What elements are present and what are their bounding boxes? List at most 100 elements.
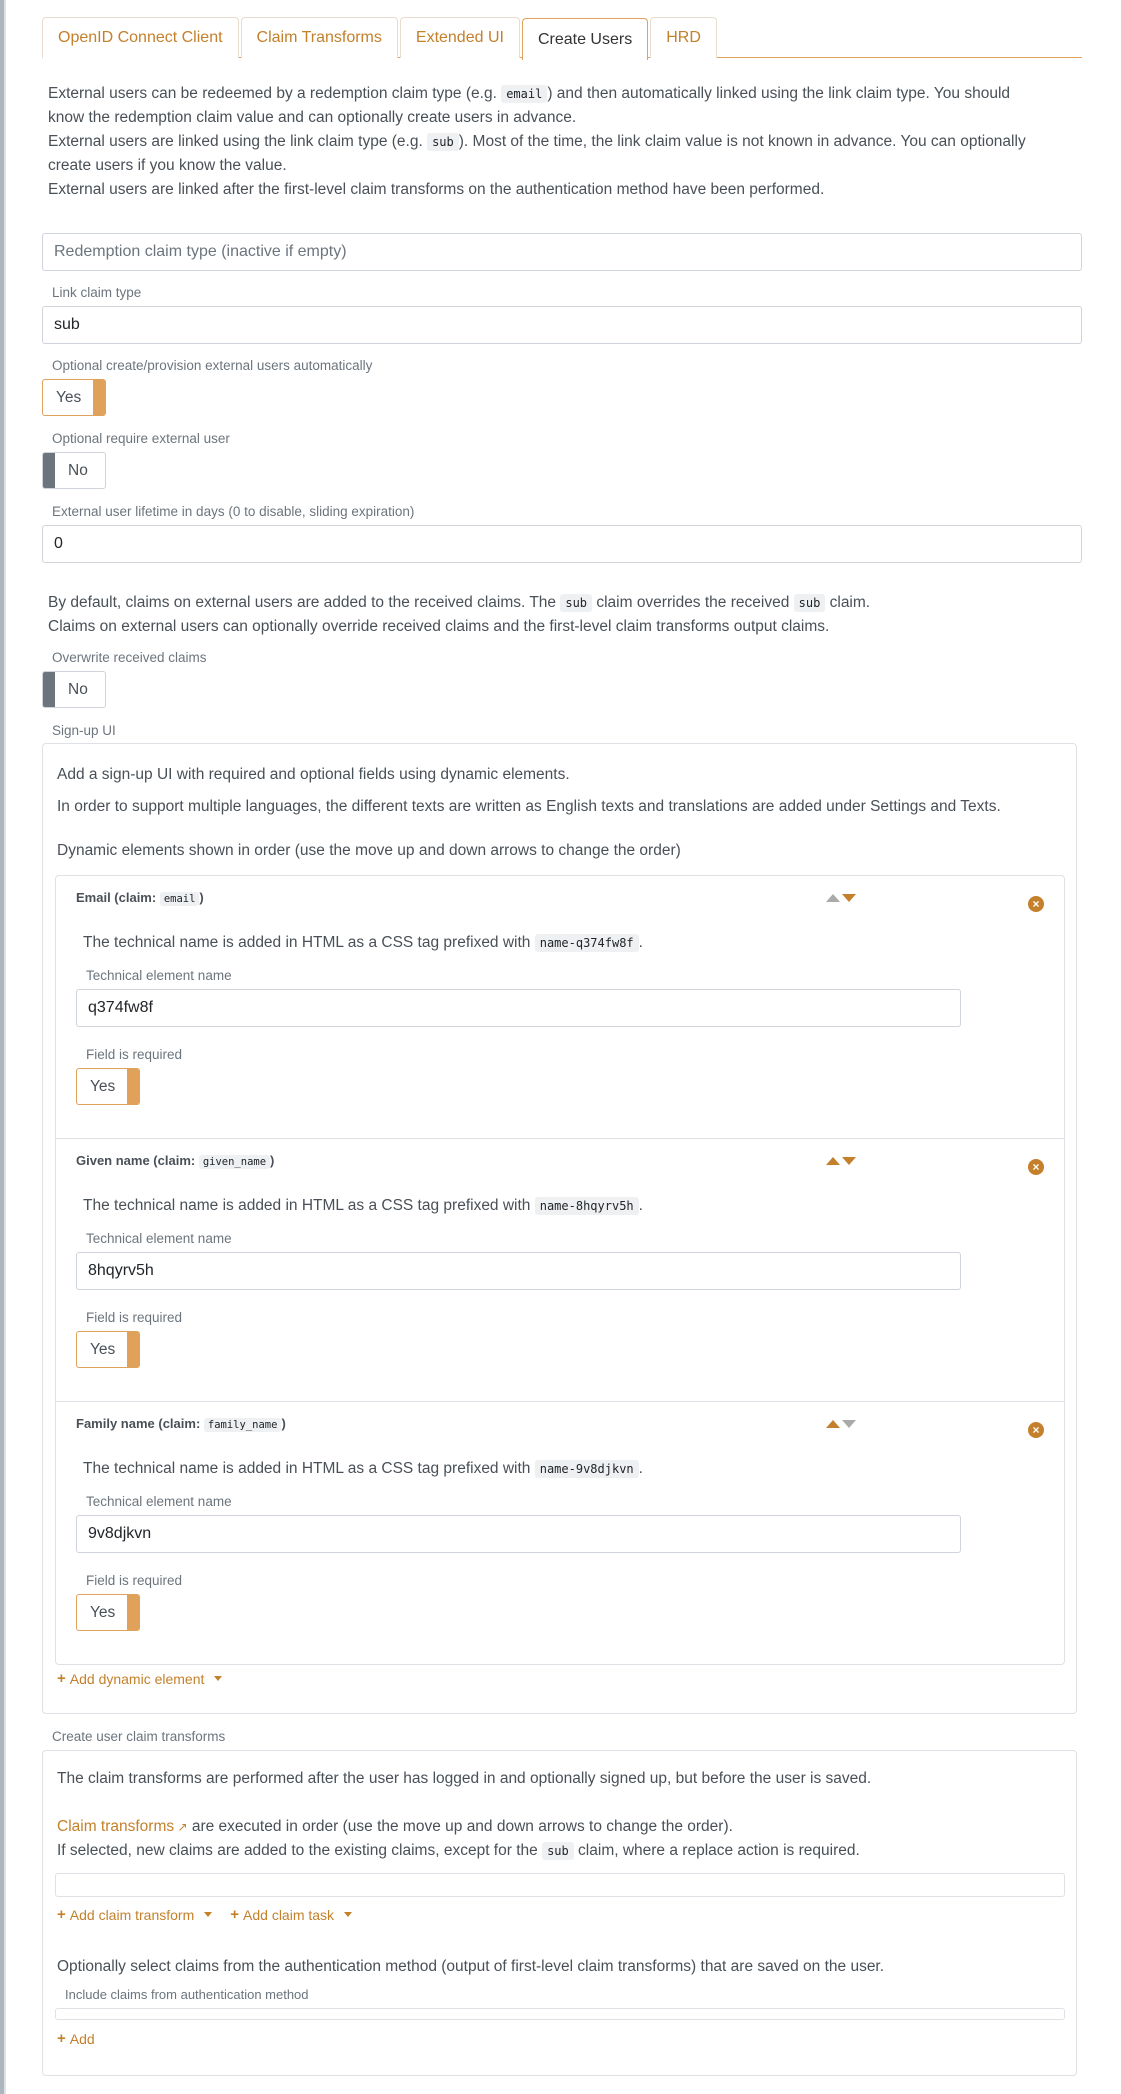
signup-panel: Add a sign-up UI with required and optio… (42, 743, 1077, 1714)
transforms-actions: + Add claim transform + Add claim task (57, 1906, 353, 1923)
required-toggle-text: Yes (90, 1604, 116, 1621)
tech-name-text: The technical name is added in HTML as a… (83, 934, 643, 952)
intro-p1-c: know the redemption claim value and can … (48, 109, 577, 126)
tab-create-users[interactable]: Create Users (521, 18, 649, 60)
tab-extended-ui[interactable]: Extended UI (399, 17, 520, 58)
link-claim-label: Link claim type (52, 285, 142, 300)
toggle-knob (43, 672, 55, 707)
create-users-page: OpenID Connect Client Claim Transforms E… (42, 0, 1082, 2076)
add-claim-transform-button[interactable]: + Add claim transform (57, 1906, 213, 1923)
move-arrows (826, 894, 856, 902)
element-title-text: Given name (claim: (76, 1153, 199, 1168)
tech-name-input[interactable] (76, 989, 961, 1027)
tech-name-label: Technical element name (86, 968, 232, 983)
external-link-icon: ↗ (174, 1820, 188, 1834)
move-up-icon[interactable] (826, 1157, 840, 1165)
add-claim-task-button[interactable]: + Add claim task (230, 1906, 353, 1923)
css-prefix-code: name-9v8djkvn (534, 1460, 639, 1478)
transforms-p3-a: If selected, new claims are added to the… (57, 1842, 543, 1859)
transforms-p2: are executed in order (use the move up a… (187, 1818, 733, 1835)
tech-name-label: Technical element name (86, 1231, 232, 1246)
element-title-text: Family name (claim: (76, 1416, 204, 1431)
required-toggle[interactable]: Yes (76, 1331, 140, 1368)
redemption-claim-input[interactable] (42, 233, 1082, 271)
claims-info-a: By default, claims on external users are… (48, 594, 561, 611)
intro-text: External users can be redeemed by a rede… (48, 82, 1078, 202)
required-toggle-text: Yes (90, 1078, 116, 1095)
caret-down-icon (344, 1912, 353, 1917)
transforms-p4: Optionally select claims from the authen… (57, 1958, 885, 1975)
transforms-panel: The claim transforms are performed after… (42, 1750, 1077, 2076)
require-user-label: Optional require external user (52, 431, 230, 446)
required-toggle[interactable]: Yes (76, 1068, 140, 1105)
intro-p1-a: External users can be redeemed by a rede… (48, 85, 502, 102)
tech-name-text-span: The technical name is added in HTML as a… (83, 1460, 535, 1477)
remove-icon[interactable]: × (1028, 1159, 1044, 1175)
element-title-close: ) (281, 1416, 286, 1431)
move-up-icon[interactable] (826, 1420, 840, 1428)
signup-p3: Dynamic elements shown in order (use the… (57, 842, 681, 859)
require-user-toggle-text: No (68, 462, 88, 479)
element-title: Family name (claim: family_name) (76, 1416, 286, 1432)
include-claims-list (55, 2008, 1065, 2020)
css-prefix-code: name-8hqyrv5h (534, 1197, 639, 1215)
tech-name-input[interactable] (76, 1515, 961, 1553)
plus-icon: + (57, 1906, 66, 1923)
required-toggle[interactable]: Yes (76, 1594, 140, 1631)
move-down-icon[interactable] (842, 1157, 856, 1165)
move-down-icon[interactable] (842, 1420, 856, 1428)
tab-bar: OpenID Connect Client Claim Transforms E… (42, 17, 1082, 60)
claim-code: given_name (198, 1155, 271, 1169)
required-toggle-text: Yes (90, 1341, 116, 1358)
element-title: Given name (claim: given_name) (76, 1153, 274, 1169)
overwrite-toggle-text: No (68, 681, 88, 698)
plus-icon: + (57, 1670, 66, 1687)
move-arrows (826, 1420, 856, 1428)
tech-name-input[interactable] (76, 1252, 961, 1290)
move-up-icon[interactable] (826, 894, 840, 902)
move-down-icon[interactable] (842, 894, 856, 902)
remove-icon[interactable]: × (1028, 896, 1044, 912)
tab-claim-transforms[interactable]: Claim Transforms (240, 17, 398, 58)
add-dynamic-element-button[interactable]: + Add dynamic element (57, 1670, 223, 1687)
add-claim-transform-label: Add claim transform (69, 1906, 195, 1923)
toggle-knob (43, 453, 55, 488)
claims-info-l2: Claims on external users can optionally … (48, 618, 830, 635)
link-claim-input[interactable] (42, 306, 1082, 344)
caret-down-icon (204, 1912, 213, 1917)
claim-transforms-link[interactable]: Claim transforms (57, 1818, 174, 1835)
toggle-knob (93, 380, 105, 415)
overwrite-label: Overwrite received claims (52, 650, 207, 665)
intro-p2-b: ). Most of the time, the link claim valu… (458, 133, 1026, 150)
sub-code: sub (793, 594, 826, 612)
toggle-knob (127, 1332, 139, 1367)
tab-openid-connect-client[interactable]: OpenID Connect Client (42, 17, 239, 58)
intro-p3: External users are linked after the firs… (48, 181, 825, 198)
lifetime-label: External user lifetime in days (0 to dis… (52, 504, 415, 519)
require-user-toggle[interactable]: No (42, 452, 106, 489)
sub-code: sub (560, 594, 593, 612)
signup-label: Sign-up UI (52, 723, 116, 738)
sub-code: sub (542, 1842, 574, 1860)
element-title: Email (claim: email) (76, 890, 204, 906)
create-users-toggle-text: Yes (56, 389, 82, 406)
lifetime-input[interactable] (42, 525, 1082, 563)
tech-name-text: The technical name is added in HTML as a… (83, 1460, 643, 1478)
css-prefix-code: name-q374fw8f (534, 934, 639, 952)
signup-p2: In order to support multiple languages, … (57, 798, 1001, 815)
tab-hrd[interactable]: HRD (650, 17, 717, 58)
left-rail (0, 0, 6, 2094)
transforms-p1: The claim transforms are performed after… (57, 1770, 872, 1787)
overwrite-toggle[interactable]: No (42, 671, 106, 708)
tech-name-text-span: The technical name is added in HTML as a… (83, 934, 535, 951)
add-label: Add (69, 2030, 95, 2047)
claim-transforms-list (55, 1873, 1065, 1897)
element-title-text: Email (claim: (76, 890, 160, 905)
create-users-toggle[interactable]: Yes (42, 379, 106, 416)
sub-code: sub (427, 133, 459, 151)
required-label: Field is required (86, 1310, 183, 1325)
remove-icon[interactable]: × (1028, 1422, 1044, 1438)
tech-name-label: Technical element name (86, 1494, 232, 1509)
required-label: Field is required (86, 1047, 183, 1062)
add-include-claim-button[interactable]: + Add (57, 2030, 95, 2047)
